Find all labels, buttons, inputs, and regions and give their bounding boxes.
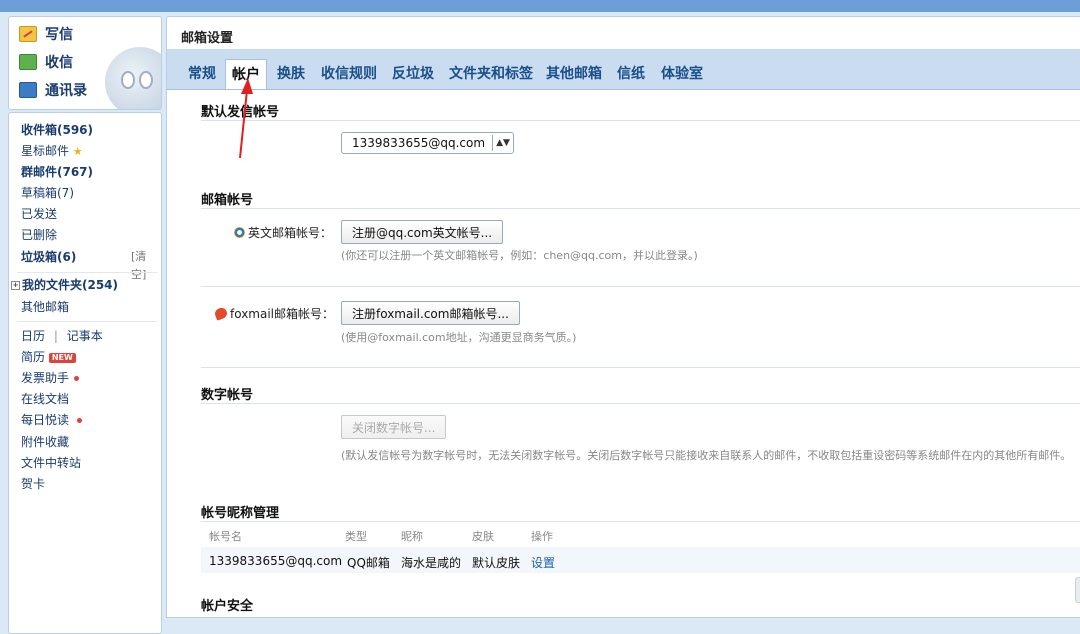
sidebar-item-deleted[interactable]: 已删除	[21, 226, 57, 244]
column-header-nickname: 昵称	[401, 530, 423, 543]
register-english-account-button[interactable]: 注册@qq.com英文帐号...	[341, 220, 504, 244]
section-divider	[201, 367, 1080, 368]
compose-panel: 写信 收信 通讯录	[8, 16, 162, 110]
invoice-label: 发票助手	[21, 371, 70, 385]
sidebar-item-drafts[interactable]: 草稿箱(7)	[21, 184, 74, 202]
sidebar-item-sent[interactable]: 已发送	[21, 205, 57, 223]
foxmail-account-label: foxmail邮箱帐号：	[213, 305, 335, 322]
section-divider	[201, 403, 1080, 404]
sidebar-item-starred[interactable]: 星标邮件 ★	[21, 142, 83, 160]
section-divider	[201, 286, 1080, 287]
contacts-icon	[19, 82, 37, 98]
contacts-label: 通讯录	[45, 83, 87, 99]
receive-mail-button[interactable]: 收信	[19, 51, 73, 73]
cell-nickname: 海水是咸的	[401, 556, 462, 570]
cell-type: QQ邮箱	[347, 556, 390, 570]
write-mail-label: 写信	[45, 27, 73, 43]
updown-arrow-icon: ▲▼	[492, 135, 513, 151]
section-divider	[201, 521, 1080, 522]
default-sender-value: 1339833655@qq.com	[352, 136, 486, 150]
column-header-skin: 皮肤	[472, 530, 494, 543]
clear-spam-link[interactable]: [清空]	[131, 248, 161, 281]
foxmail-account-label-text: foxmail邮箱帐号：	[230, 307, 335, 321]
scrollbar-thumb[interactable]	[1075, 577, 1080, 603]
notification-dot	[74, 376, 80, 381]
settings-panel: 邮箱设置 常规 帐户 换肤 收信规则 反垃圾 文件夹和标签 其他邮箱 信纸 体验…	[166, 16, 1080, 618]
column-header-type: 类型	[345, 530, 367, 543]
starred-label: 星标邮件	[21, 144, 70, 158]
sidebar-item-spam[interactable]: 垃圾箱(6)	[21, 248, 76, 266]
default-sender-select[interactable]: 1339833655@qq.com ▲▼	[341, 132, 514, 154]
sidebar-item-file-transfer[interactable]: 文件中转站	[21, 454, 81, 472]
sidebar-item-resume[interactable]: 简历 NEW	[21, 348, 76, 366]
new-badge: NEW	[48, 352, 76, 363]
default-sender-title: 默认发信帐号	[201, 105, 280, 120]
account-security-title: 帐户安全	[201, 599, 254, 614]
numeric-account-hint: (默认发信帐号为数字帐号时，无法关闭数字帐号。关闭后数字帐号只能接收来自联系人的…	[341, 449, 1072, 462]
column-header-account: 帐号名	[209, 530, 242, 543]
foxmail-logo-icon	[213, 306, 229, 321]
close-numeric-account-button[interactable]: 关闭数字帐号...	[341, 415, 447, 439]
tab-account[interactable]: 帐户	[225, 59, 267, 89]
qq-logo-icon	[234, 227, 245, 238]
sidebar-item-inbox[interactable]: 收件箱(596)	[21, 121, 93, 139]
section-divider	[201, 208, 1080, 209]
calendar-notepad-row: 日历 | 记事本	[21, 327, 103, 345]
divider	[17, 272, 157, 273]
separator: |	[53, 329, 58, 343]
nickname-title: 帐号昵称管理	[201, 506, 280, 521]
inbox-icon	[19, 54, 37, 70]
tab-mail-rules[interactable]: 收信规则	[321, 63, 377, 83]
star-icon: ★	[72, 145, 83, 158]
tab-anti-spam[interactable]: 反垃圾	[392, 63, 434, 83]
expand-icon[interactable]: +	[11, 281, 20, 290]
nickname-settings-link[interactable]: 设置	[531, 554, 555, 571]
section-divider	[201, 120, 1080, 121]
register-foxmail-account-button[interactable]: 注册foxmail.com邮箱帐号...	[341, 301, 520, 325]
mail-accounts-title: 邮箱帐号	[201, 193, 254, 208]
cell-account: 1339833655@qq.com	[209, 554, 343, 568]
english-account-label: 英文邮箱帐号：	[234, 224, 332, 241]
sidebar-item-other-mailbox[interactable]: 其他邮箱	[21, 298, 69, 316]
cell-skin: 默认皮肤	[472, 556, 521, 570]
write-mail-button[interactable]: 写信	[19, 23, 73, 45]
column-header-action: 操作	[531, 530, 553, 543]
sidebar-item-invoice[interactable]: 发票助手	[21, 369, 80, 387]
sidebar-item-greeting-card[interactable]: 贺卡	[21, 475, 45, 493]
resume-label: 简历	[21, 350, 46, 364]
tab-general[interactable]: 常规	[188, 63, 216, 83]
folder-nav: 收件箱(596) 星标邮件 ★ 群邮件(767) 草稿箱(7) 已发送 已删除 …	[8, 112, 162, 634]
pencil-icon	[19, 26, 37, 42]
sidebar-item-online-docs[interactable]: 在线文档	[21, 390, 69, 408]
divider	[17, 321, 157, 322]
numeric-account-title: 数字帐号	[201, 388, 254, 403]
notepad-link[interactable]: 记事本	[67, 329, 103, 343]
sidebar-item-daily-read[interactable]: 每日悦读	[21, 411, 83, 429]
page-title: 邮箱设置	[181, 31, 234, 46]
english-account-label-text: 英文邮箱帐号：	[248, 226, 333, 240]
contacts-button[interactable]: 通讯录	[19, 79, 87, 101]
english-account-hint: (你还可以注册一个英文邮箱帐号，例如：chen@qq.com，并以此登录。)	[341, 249, 698, 262]
sidebar-item-my-folders[interactable]: + 我的文件夹(254)	[11, 276, 118, 294]
sidebar-item-group-mail[interactable]: 群邮件(767)	[21, 163, 93, 181]
my-folders-label: 我的文件夹(254)	[22, 278, 119, 292]
qq-mascot-icon	[105, 47, 161, 109]
calendar-link[interactable]: 日历	[21, 329, 45, 343]
tab-folders-labels[interactable]: 文件夹和标签	[449, 63, 533, 83]
notification-dot	[77, 418, 83, 423]
tab-skin[interactable]: 换肤	[277, 63, 305, 83]
tab-other-mailbox[interactable]: 其他邮箱	[546, 63, 602, 83]
tab-lab[interactable]: 体验室	[661, 63, 703, 83]
receive-mail-label: 收信	[45, 55, 73, 71]
daily-read-label: 每日悦读	[21, 413, 70, 427]
foxmail-account-hint: (使用@foxmail.com地址，沟通更显商务气质。)	[341, 331, 577, 344]
sidebar-item-attachments[interactable]: 附件收藏	[21, 433, 69, 451]
settings-tabs: 常规 帐户 换肤 收信规则 反垃圾 文件夹和标签 其他邮箱 信纸 体验室	[167, 49, 1080, 90]
tab-stationery[interactable]: 信纸	[617, 63, 645, 83]
top-strip	[0, 0, 1080, 12]
